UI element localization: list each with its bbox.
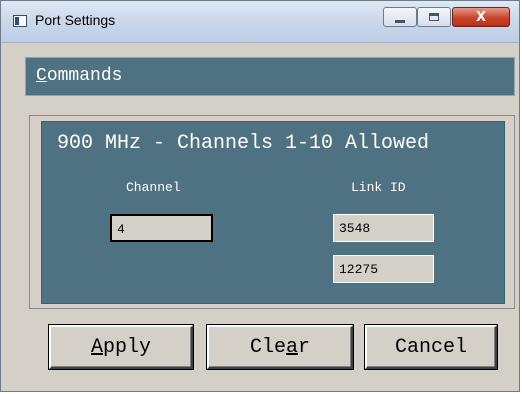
settings-panel: 900 MHz - Channels 1-10 Allowed Channel … [41, 121, 505, 304]
menu-bar: Commands [25, 57, 515, 96]
link-id-input-1[interactable]: 3548 [333, 214, 434, 242]
maximize-button[interactable] [417, 7, 451, 27]
apply-label: pply [103, 335, 152, 359]
minimize-button[interactable] [383, 7, 417, 27]
minimize-icon [395, 19, 405, 23]
channel-input[interactable]: 4 [110, 214, 213, 242]
close-icon: X [475, 9, 487, 25]
link-id-input-2[interactable]: 12275 [333, 255, 434, 283]
port-settings-window: Port Settings X Commands 900 MHz - Chann… [0, 0, 520, 392]
close-button[interactable]: X [452, 7, 510, 27]
channel-label: Channel [126, 180, 181, 195]
maximize-icon [429, 13, 439, 21]
menu-item-commands[interactable]: Commands [36, 66, 122, 86]
clear-label-start: Cle [249, 335, 286, 359]
panel-title: 900 MHz - Channels 1-10 Allowed [57, 132, 430, 155]
apply-button[interactable]: Apply [49, 325, 193, 369]
apply-mnemonic: A [90, 335, 103, 359]
menu-item-mnemonic: C [36, 66, 47, 86]
link-id-label: Link ID [351, 180, 406, 195]
app-window-icon [13, 15, 27, 27]
cancel-button[interactable]: Cancel [365, 325, 497, 369]
cancel-label: Cancel [394, 335, 467, 359]
menu-item-label: ommands [46, 66, 123, 86]
clear-mnemonic: a [285, 335, 298, 359]
title-bar[interactable]: Port Settings X [1, 1, 519, 43]
window-title: Port Settings [35, 12, 116, 28]
clear-label-end: r [298, 335, 311, 359]
clear-button[interactable]: Cle a r [207, 325, 353, 369]
